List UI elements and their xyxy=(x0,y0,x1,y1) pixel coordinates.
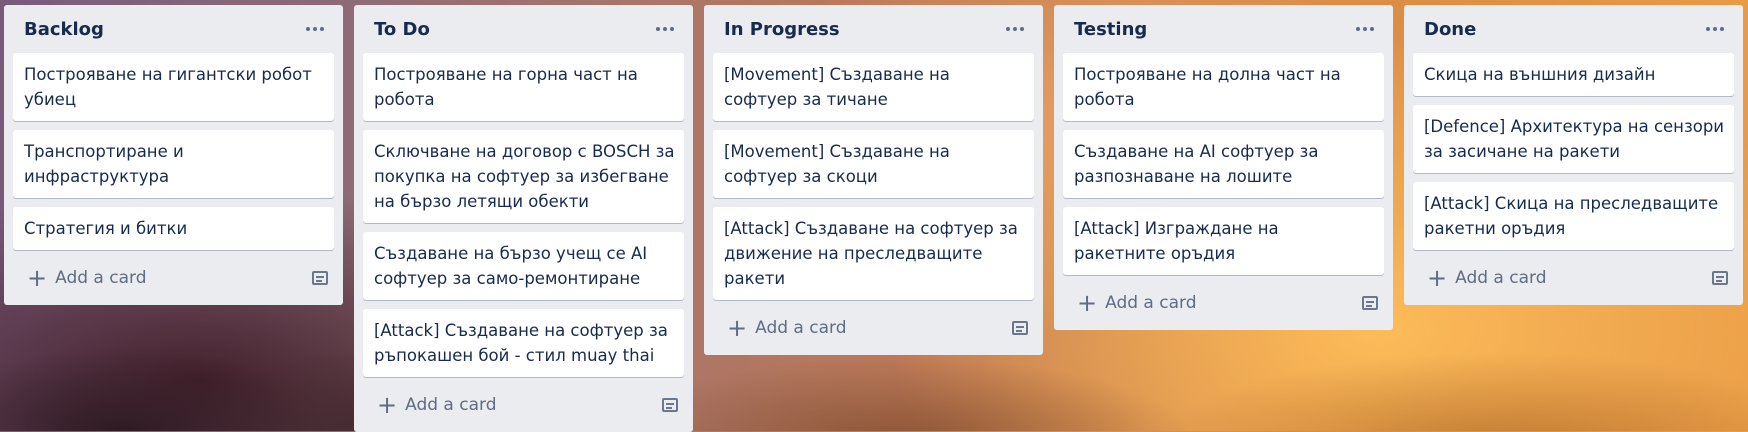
card-composer: + Add a card xyxy=(1413,259,1734,297)
list-title[interactable]: Testing xyxy=(1074,19,1147,40)
card-composer: + Add a card xyxy=(713,309,1034,347)
add-card-button[interactable]: + Add a card xyxy=(377,391,497,419)
list-header: Testing xyxy=(1063,5,1384,53)
card[interactable]: [Attack] Създаване на софтуер за движени… xyxy=(713,207,1034,300)
add-card-label: Add a card xyxy=(405,395,497,415)
plus-icon: + xyxy=(377,391,398,419)
more-horizontal-icon[interactable] xyxy=(1700,23,1730,35)
add-card-button[interactable]: + Add a card xyxy=(1427,264,1547,292)
add-card-button[interactable]: + Add a card xyxy=(1077,289,1197,317)
list-title[interactable]: Backlog xyxy=(24,19,104,40)
list-done: Done Скица на външния дизайн [Defence] А… xyxy=(1404,5,1743,305)
add-card-label: Add a card xyxy=(1105,293,1197,313)
more-horizontal-icon[interactable] xyxy=(1350,23,1380,35)
card-composer: + Add a card xyxy=(13,259,334,297)
plus-icon: + xyxy=(27,264,48,292)
list-title[interactable]: Done xyxy=(1424,19,1476,40)
card[interactable]: Сключване на договор с BOSCH за покупка … xyxy=(363,130,684,223)
card-template-icon[interactable] xyxy=(662,398,678,412)
card[interactable]: Построяване на горна част на робота xyxy=(363,53,684,121)
list-header: To Do xyxy=(363,5,684,53)
add-card-label: Add a card xyxy=(755,318,847,338)
card[interactable]: [Attack] Изграждане на ракетните оръдия xyxy=(1063,207,1384,275)
plus-icon: + xyxy=(727,314,748,342)
list-header: Backlog xyxy=(13,5,334,53)
list-header: Done xyxy=(1413,5,1734,53)
list-title[interactable]: To Do xyxy=(374,19,430,40)
card[interactable]: Транспортиране и инфраструктура xyxy=(13,130,334,198)
card-composer: + Add a card xyxy=(1063,284,1384,322)
add-card-button[interactable]: + Add a card xyxy=(727,314,847,342)
add-card-button[interactable]: + Add a card xyxy=(27,264,147,292)
plus-icon: + xyxy=(1427,264,1448,292)
add-card-label: Add a card xyxy=(1455,268,1547,288)
list-to-do: To Do Построяване на горна част на робот… xyxy=(354,5,693,432)
card[interactable]: Построяване на гигантски робот убиец xyxy=(13,53,334,121)
card-composer: + Add a card xyxy=(363,386,684,424)
card[interactable]: Създаване на бързо учещ се AI софтуер за… xyxy=(363,232,684,300)
list-header: In Progress xyxy=(713,5,1034,53)
card[interactable]: Скица на външния дизайн xyxy=(1413,53,1734,96)
card[interactable]: [Defence] Архитектура на сензори за заси… xyxy=(1413,105,1734,173)
more-horizontal-icon[interactable] xyxy=(1000,23,1030,35)
card[interactable]: [Movement] Създаване на софтуер за тичан… xyxy=(713,53,1034,121)
list-in-progress: In Progress [Movement] Създаване на софт… xyxy=(704,5,1043,355)
card-template-icon[interactable] xyxy=(1712,271,1728,285)
card[interactable]: Стратегия и битки xyxy=(13,207,334,250)
list-backlog: Backlog Построяване на гигантски робот у… xyxy=(4,5,343,305)
more-horizontal-icon[interactable] xyxy=(650,23,680,35)
board: Backlog Построяване на гигантски робот у… xyxy=(4,5,1743,432)
more-horizontal-icon[interactable] xyxy=(300,23,330,35)
plus-icon: + xyxy=(1077,289,1098,317)
card[interactable]: Построяване на долна част на робота xyxy=(1063,53,1384,121)
card[interactable]: [Attack] Скица на преследващите ракетни … xyxy=(1413,182,1734,250)
add-card-label: Add a card xyxy=(55,268,147,288)
list-testing: Testing Построяване на долна част на роб… xyxy=(1054,5,1393,330)
card[interactable]: [Attack] Създаване на софтуер за ръпокаш… xyxy=(363,309,684,377)
card[interactable]: [Movement] Създаване на софтуер за скоци xyxy=(713,130,1034,198)
card-template-icon[interactable] xyxy=(1362,296,1378,310)
card[interactable]: Създаване на AI софтуер за разпознаване … xyxy=(1063,130,1384,198)
list-title[interactable]: In Progress xyxy=(724,19,840,40)
card-template-icon[interactable] xyxy=(1012,321,1028,335)
card-template-icon[interactable] xyxy=(312,271,328,285)
